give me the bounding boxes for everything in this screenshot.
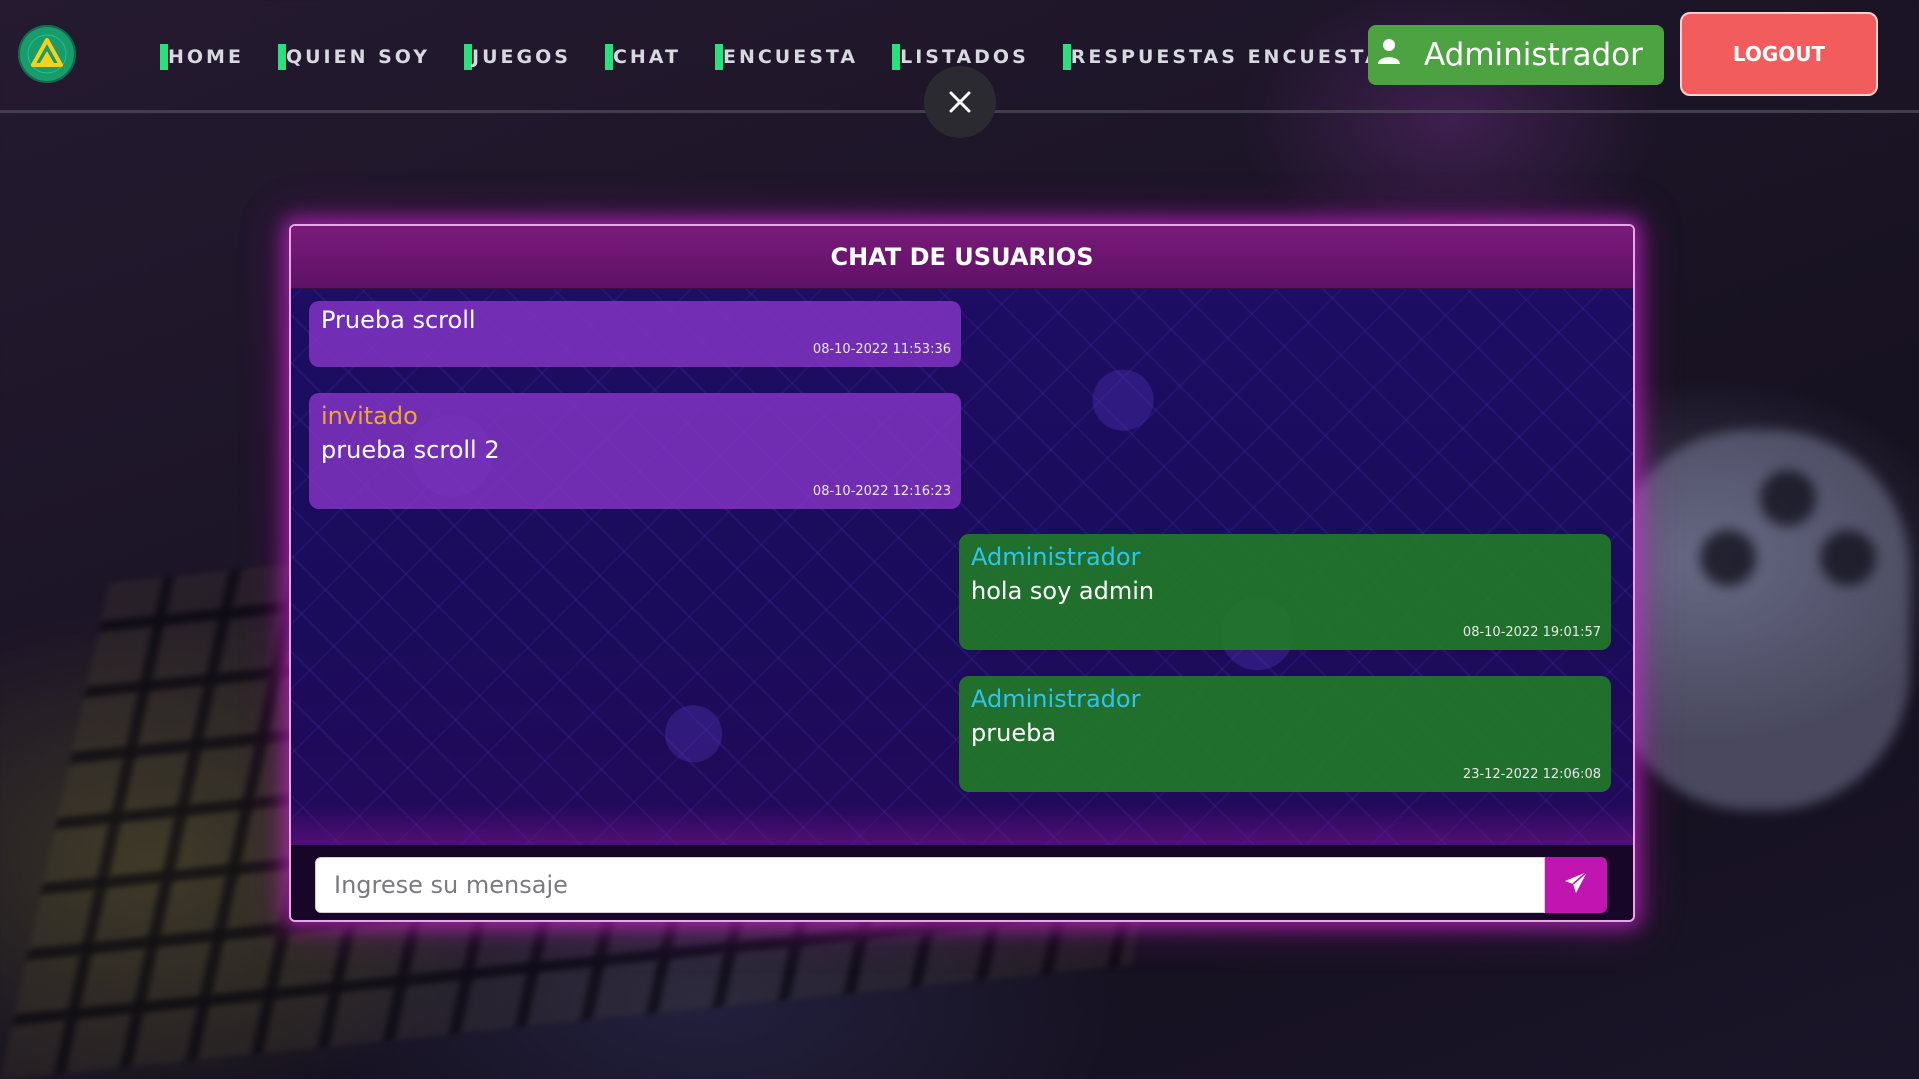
chat-messages[interactable]: Prueba scroll 08-10-2022 11:53:36 invita… bbox=[291, 289, 1633, 845]
nav-link-quien-soy[interactable]: QUIEN SOY bbox=[277, 44, 430, 70]
chat-message: Administrador hola soy admin 08-10-2022 … bbox=[959, 534, 1611, 650]
nav-links: HOME QUIEN SOY JUEGOS CHAT ENCUESTA LIST… bbox=[160, 44, 1417, 70]
user-icon bbox=[1376, 37, 1402, 73]
nav-link-respuestas-encuesta[interactable]: RESPUESTAS ENCUESTA bbox=[1062, 44, 1383, 70]
message-time: 08-10-2022 19:01:57 bbox=[1462, 625, 1601, 640]
logout-button[interactable]: LOGOUT bbox=[1680, 12, 1878, 96]
background-controller bbox=[1610, 430, 1910, 810]
navbar: HOME QUIEN SOY JUEGOS CHAT ENCUESTA LIST… bbox=[0, 0, 1919, 138]
user-label: Administrador bbox=[1424, 37, 1643, 73]
user-button[interactable]: Administrador bbox=[1368, 25, 1664, 85]
message-author: Administrador bbox=[971, 543, 1141, 571]
close-icon[interactable] bbox=[924, 66, 996, 138]
paper-plane-icon bbox=[1563, 870, 1589, 900]
message-text: prueba bbox=[971, 719, 1057, 747]
send-button[interactable] bbox=[1545, 857, 1607, 913]
message-text: hola soy admin bbox=[971, 577, 1155, 605]
chat-input-bar bbox=[291, 845, 1633, 919]
triangle-logo-icon[interactable] bbox=[18, 25, 76, 83]
nav-link-encuesta[interactable]: ENCUESTA bbox=[714, 44, 858, 70]
nav-link-home[interactable]: HOME bbox=[160, 44, 244, 70]
chat-message: Administrador prueba 23-12-2022 12:06:08 bbox=[959, 676, 1611, 792]
chat-message: invitado prueba scroll 2 08-10-2022 12:1… bbox=[309, 393, 961, 509]
nav-link-chat[interactable]: CHAT bbox=[604, 44, 681, 70]
message-author: invitado bbox=[321, 402, 418, 430]
chat-title: CHAT DE USUARIOS bbox=[291, 226, 1633, 289]
message-input[interactable] bbox=[315, 857, 1545, 913]
message-time: 08-10-2022 11:53:36 bbox=[812, 342, 951, 357]
chat-panel: CHAT DE USUARIOS Prueba scroll 08-10-202… bbox=[289, 224, 1635, 922]
message-text: prueba scroll 2 bbox=[321, 436, 500, 464]
message-time: 08-10-2022 12:16:23 bbox=[812, 484, 951, 499]
message-author: Administrador bbox=[971, 685, 1141, 713]
message-text: Prueba scroll bbox=[321, 306, 476, 334]
nav-link-juegos[interactable]: JUEGOS bbox=[464, 44, 571, 70]
chat-message: Prueba scroll 08-10-2022 11:53:36 bbox=[309, 301, 961, 367]
message-time: 23-12-2022 12:06:08 bbox=[1462, 767, 1601, 782]
